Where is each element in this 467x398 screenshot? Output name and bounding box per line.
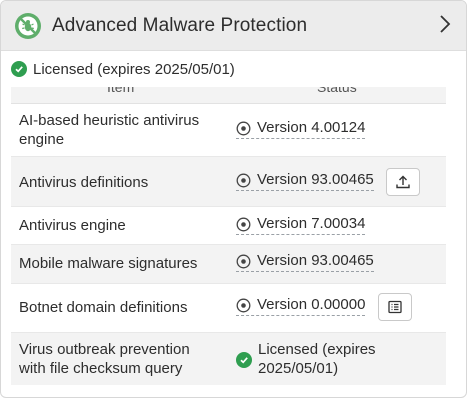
version-link[interactable]: Version 4.00124 (236, 119, 366, 139)
version-link[interactable]: Version 0.00000 (236, 296, 366, 316)
shield-bug-icon (15, 12, 41, 39)
table-row: Mobile malware signatures Version 93.004… (11, 245, 446, 284)
upload-button[interactable] (386, 168, 420, 196)
row-status: Version 7.00034 (236, 215, 366, 235)
chevron-right-icon[interactable] (438, 14, 452, 34)
upload-icon (396, 175, 410, 189)
check-circle-icon (236, 352, 252, 368)
version-circle-icon (236, 121, 251, 135)
row-status: Version 0.00000 (236, 296, 366, 316)
list-button[interactable] (378, 293, 412, 321)
row-item-name: Mobile malware signatures (19, 255, 198, 272)
version-circle-icon (236, 173, 251, 187)
table-row: Virus outbreak prevention with file chec… (11, 333, 446, 385)
card-header[interactable]: Advanced Malware Protection (1, 1, 466, 51)
row-item-name: Antivirus definitions (19, 174, 149, 191)
column-header-status: Status (317, 87, 357, 95)
license-status-text: Licensed (expires 2025/05/01) (258, 341, 376, 377)
row-item-name: Antivirus engine (19, 217, 126, 234)
column-header-item: Item (107, 87, 135, 95)
row-item-name: Botnet domain definitions (19, 299, 188, 316)
row-status: Licensed (expires 2025/05/01) (236, 340, 396, 378)
table-header: Item Status (11, 87, 446, 104)
row-item-name: Virus outbreak prevention with file chec… (19, 341, 190, 377)
version-link[interactable]: Version 7.00034 (236, 215, 366, 235)
check-circle-icon (11, 61, 27, 77)
version-circle-icon (236, 217, 251, 231)
row-status: Version 4.00124 (236, 119, 366, 139)
table-row: Botnet domain definitions Version 0.0000… (11, 284, 446, 333)
card-title: Advanced Malware Protection (52, 14, 308, 36)
license-status: Licensed (expires 2025/05/01) (1, 51, 466, 87)
table-row: AI-based heuristic antivirus engine Vers… (11, 104, 446, 157)
version-link[interactable]: Version 93.00465 (236, 252, 374, 272)
row-item-name: AI-based heuristic antivirus engine (19, 112, 200, 148)
row-status: Version 93.00465 (236, 252, 374, 272)
version-link[interactable]: Version 93.00465 (236, 171, 374, 191)
components-table[interactable]: Item Status AI-based heuristic antivirus… (11, 87, 446, 387)
amp-card: Advanced Malware Protection Licensed (ex… (0, 0, 467, 398)
table-row: Antivirus engine Version 7.00034 (11, 207, 446, 245)
version-circle-icon (236, 298, 251, 312)
row-status: Version 93.00465 (236, 171, 374, 191)
list-icon (388, 300, 402, 314)
license-text: Licensed (expires 2025/05/01) (33, 60, 235, 78)
version-circle-icon (236, 254, 251, 268)
table-row: Antivirus definitions Version 93.00465 (11, 157, 446, 207)
